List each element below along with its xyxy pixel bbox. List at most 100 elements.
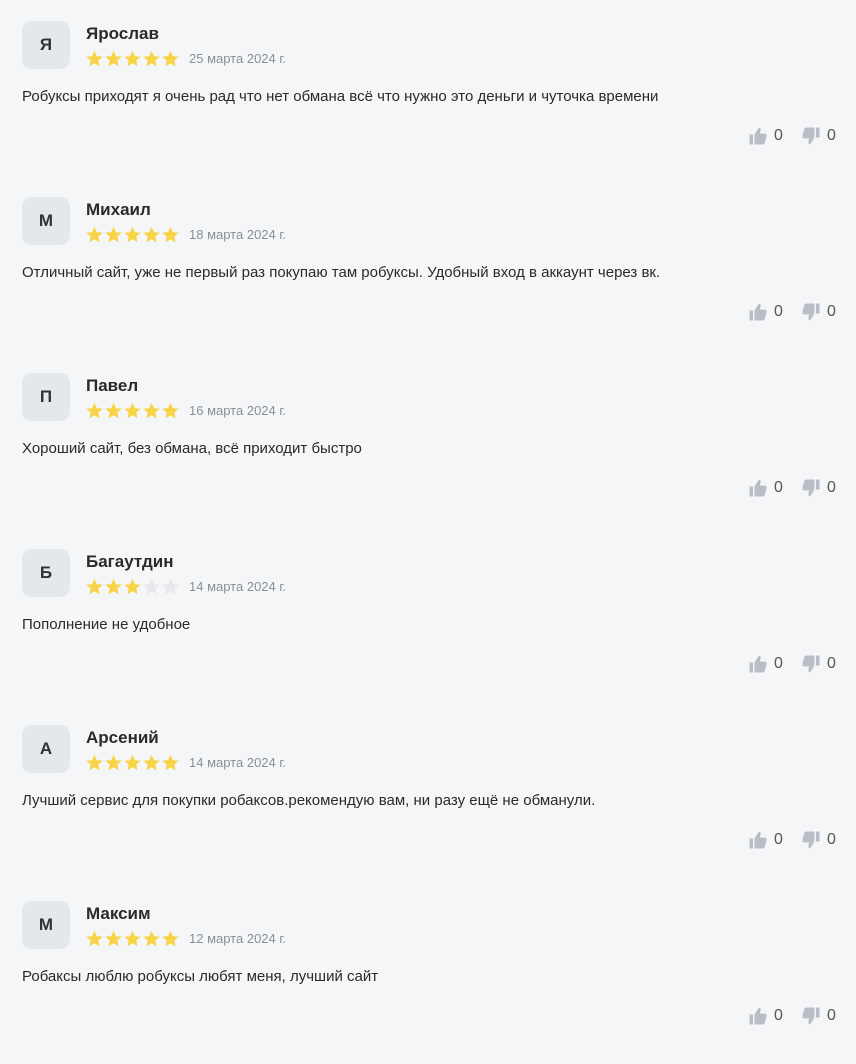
review-card: М Михаил 18 марта 2024 г. Отличный сайт,… — [0, 176, 856, 352]
thumbs-down-icon — [801, 830, 821, 850]
review-card: М Максим 12 марта 2024 г. Робаксы люблю … — [0, 880, 856, 1056]
review-card: П Павел 16 марта 2024 г. Хороший сайт, б… — [0, 352, 856, 528]
thumbs-down-icon — [801, 478, 821, 498]
star-filled-icon — [162, 930, 179, 947]
author-name: Ярослав — [86, 24, 159, 43]
thumbs-up-icon — [748, 830, 768, 850]
star-filled-icon — [124, 930, 141, 947]
review-date: 14 марта 2024 г. — [189, 755, 287, 770]
like-button[interactable]: 0 — [748, 1005, 783, 1027]
like-count: 0 — [774, 127, 783, 144]
star-filled-icon — [162, 754, 179, 771]
like-button[interactable]: 0 — [748, 477, 783, 499]
star-filled-icon — [124, 50, 141, 67]
dislike-count: 0 — [827, 127, 836, 144]
star-filled-icon — [86, 402, 103, 419]
like-button[interactable]: 0 — [748, 653, 783, 675]
avatar: М — [22, 197, 70, 245]
star-empty-icon — [162, 578, 179, 595]
review-text: Хороший сайт, без обмана, всё приходит б… — [22, 440, 362, 457]
review-text: Отличный сайт, уже не первый раз покупаю… — [22, 264, 661, 281]
star-rating — [85, 754, 180, 772]
star-filled-icon — [143, 930, 160, 947]
star-rating — [85, 402, 180, 420]
like-count: 0 — [774, 479, 783, 496]
author-name: Павел — [86, 376, 139, 395]
star-filled-icon — [143, 754, 160, 771]
review-date: 12 марта 2024 г. — [189, 931, 287, 946]
avatar: П — [22, 373, 70, 421]
like-button[interactable]: 0 — [748, 829, 783, 851]
author-name: Арсений — [86, 728, 159, 747]
like-count: 0 — [774, 831, 783, 848]
review-card: А Арсений 14 марта 2024 г. Лучший сервис… — [0, 704, 856, 880]
reviews-list: Я Ярослав 25 марта 2024 г. Робуксы прихо… — [0, 0, 856, 1064]
star-filled-icon — [143, 226, 160, 243]
review-date: 16 марта 2024 г. — [189, 403, 287, 418]
star-filled-icon — [86, 578, 103, 595]
like-count: 0 — [774, 655, 783, 672]
thumbs-up-icon — [748, 654, 768, 674]
star-filled-icon — [86, 754, 103, 771]
dislike-button[interactable]: 0 — [801, 301, 836, 323]
review-date: 18 марта 2024 г. — [189, 227, 287, 242]
star-filled-icon — [86, 50, 103, 67]
star-filled-icon — [105, 578, 122, 595]
review-card: Я Ярослав 25 марта 2024 г. Робуксы прихо… — [0, 0, 856, 176]
like-count: 0 — [774, 1007, 783, 1024]
avatar: Я — [22, 21, 70, 69]
review-date: 25 марта 2024 г. — [189, 51, 287, 66]
thumbs-up-icon — [748, 302, 768, 322]
star-filled-icon — [143, 402, 160, 419]
author-name: Михаил — [86, 200, 151, 219]
dislike-count: 0 — [827, 655, 836, 672]
author-name: Максим — [86, 904, 151, 923]
thumbs-up-icon — [748, 478, 768, 498]
review-text: Робаксы люблю робуксы любят меня, лучший… — [22, 968, 379, 985]
star-filled-icon — [162, 50, 179, 67]
thumbs-up-icon — [748, 126, 768, 146]
star-filled-icon — [124, 226, 141, 243]
avatar: А — [22, 725, 70, 773]
review-card: Б Багаутдин 14 марта 2024 г. Пополнение … — [0, 528, 856, 704]
dislike-button[interactable]: 0 — [801, 477, 836, 499]
star-rating — [85, 930, 180, 948]
star-filled-icon — [124, 402, 141, 419]
dislike-button[interactable]: 0 — [801, 1005, 836, 1027]
star-empty-icon — [143, 578, 160, 595]
dislike-count: 0 — [827, 303, 836, 320]
dislike-button[interactable]: 0 — [801, 653, 836, 675]
star-filled-icon — [162, 226, 179, 243]
star-filled-icon — [105, 50, 122, 67]
thumbs-down-icon — [801, 1006, 821, 1026]
review-date: 14 марта 2024 г. — [189, 579, 287, 594]
star-filled-icon — [143, 50, 160, 67]
author-name: Багаутдин — [86, 552, 174, 571]
dislike-button[interactable]: 0 — [801, 125, 836, 147]
star-rating — [85, 50, 180, 68]
thumbs-down-icon — [801, 126, 821, 146]
review-text: Робуксы приходят я очень рад что нет обм… — [22, 88, 659, 105]
review-text: Пополнение не удобное — [22, 616, 191, 633]
star-filled-icon — [105, 754, 122, 771]
dislike-count: 0 — [827, 831, 836, 848]
avatar: М — [22, 901, 70, 949]
star-filled-icon — [124, 578, 141, 595]
star-filled-icon — [86, 930, 103, 947]
star-rating — [85, 226, 180, 244]
star-filled-icon — [162, 402, 179, 419]
star-filled-icon — [105, 930, 122, 947]
thumbs-up-icon — [748, 1006, 768, 1026]
star-filled-icon — [105, 402, 122, 419]
like-button[interactable]: 0 — [748, 301, 783, 323]
thumbs-down-icon — [801, 654, 821, 674]
like-count: 0 — [774, 303, 783, 320]
dislike-button[interactable]: 0 — [801, 829, 836, 851]
like-button[interactable]: 0 — [748, 125, 783, 147]
star-rating — [85, 578, 180, 596]
dislike-count: 0 — [827, 1007, 836, 1024]
star-filled-icon — [124, 754, 141, 771]
star-filled-icon — [105, 226, 122, 243]
review-text: Лучший сервис для покупки робаксов.реком… — [22, 792, 596, 809]
avatar: Б — [22, 549, 70, 597]
